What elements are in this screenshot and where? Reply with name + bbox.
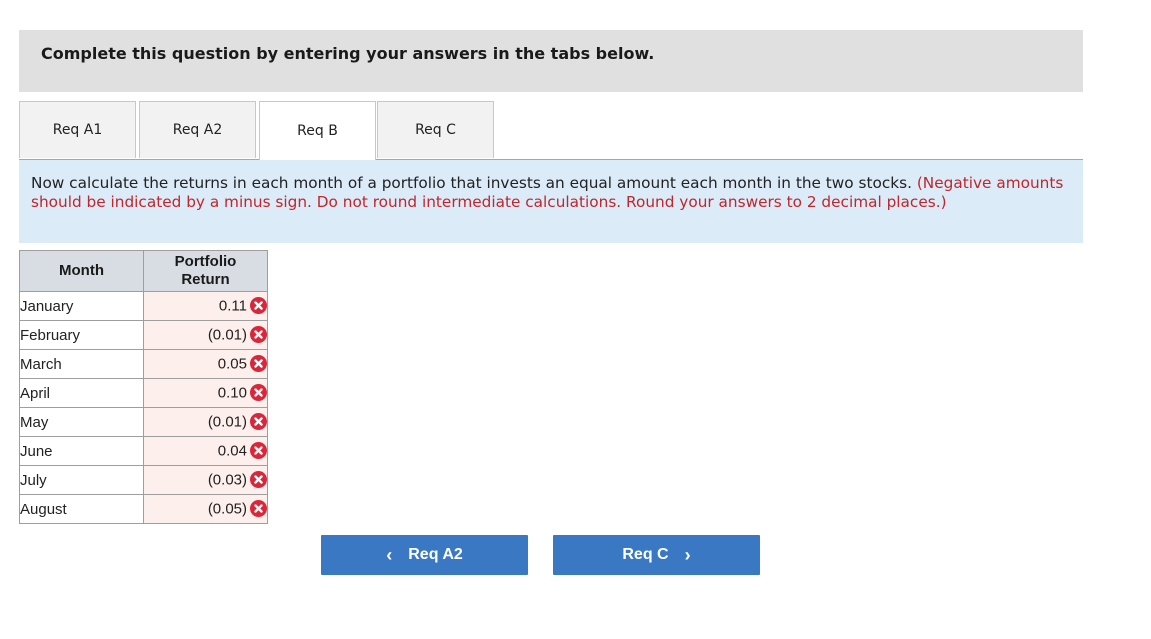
incorrect-x-icon: [250, 470, 267, 488]
month-cell: August: [19, 494, 144, 524]
portfolio-return-input[interactable]: 0.11: [143, 291, 268, 321]
tab-req-a1[interactable]: Req A1: [19, 101, 136, 158]
return-value: (0.01): [207, 413, 247, 431]
portfolio-return-input[interactable]: (0.05): [143, 494, 268, 524]
return-value: 0.05: [217, 355, 247, 373]
prev-req-a2-button[interactable]: ‹ Req A2: [321, 535, 528, 575]
portfolio-return-header: Portfolio Return: [143, 250, 268, 292]
table-row: June 0.04: [19, 436, 268, 466]
incorrect-x-icon: [250, 499, 267, 517]
table-row: February (0.01): [19, 320, 268, 350]
month-cell: February: [19, 320, 144, 350]
instructions-header: Complete this question by entering your …: [19, 30, 1083, 92]
return-value: 0.04: [217, 442, 247, 460]
month-cell: May: [19, 407, 144, 437]
portfolio-return-input[interactable]: (0.03): [143, 465, 268, 495]
incorrect-x-icon: [250, 296, 267, 314]
table-row: May (0.01): [19, 407, 268, 437]
incorrect-x-icon: [250, 383, 267, 401]
portfolio-return-input[interactable]: 0.10: [143, 378, 268, 408]
tab-bar: Req A1 Req A2 Req B Req C: [19, 101, 1083, 160]
chevron-right-icon: ›: [684, 544, 691, 565]
month-header: Month: [19, 250, 144, 292]
next-req-c-button[interactable]: Req C ›: [553, 535, 760, 575]
next-button-label: Req C: [622, 546, 669, 563]
month-cell: June: [19, 436, 144, 466]
chevron-left-icon: ‹: [386, 544, 393, 565]
table-row: August (0.05): [19, 494, 268, 524]
table-row: January 0.11: [19, 291, 268, 321]
incorrect-x-icon: [250, 354, 267, 372]
incorrect-x-icon: [250, 441, 267, 459]
portfolio-return-header-line1: Portfolio: [174, 253, 237, 270]
table-row: April 0.10: [19, 378, 268, 408]
instruction-text: Now calculate the returns in each month …: [31, 174, 912, 192]
header-title: Complete this question by entering your …: [41, 44, 655, 63]
portfolio-return-input[interactable]: (0.01): [143, 320, 268, 350]
return-value: (0.05): [207, 500, 247, 518]
month-cell: January: [19, 291, 144, 321]
portfolio-return-input[interactable]: (0.01): [143, 407, 268, 437]
tab-req-a2[interactable]: Req A2: [139, 101, 256, 158]
return-value: 0.11: [218, 297, 247, 315]
incorrect-x-icon: [250, 412, 267, 430]
month-cell: April: [19, 378, 144, 408]
portfolio-return-header-line2: Return: [181, 271, 230, 288]
portfolio-return-input[interactable]: 0.05: [143, 349, 268, 379]
table-row: March 0.05: [19, 349, 268, 379]
incorrect-x-icon: [250, 325, 267, 343]
portfolio-return-table: Month Portfolio Return January 0.11 Februa…: [19, 250, 268, 524]
month-cell: July: [19, 465, 144, 495]
tab-req-b[interactable]: Req B: [259, 101, 376, 160]
tab-req-c[interactable]: Req C: [377, 101, 494, 158]
portfolio-return-input[interactable]: 0.04: [143, 436, 268, 466]
return-value: 0.10: [217, 384, 247, 402]
question-instructions: Now calculate the returns in each month …: [19, 160, 1083, 243]
return-value: (0.03): [207, 471, 247, 489]
table-row: July (0.03): [19, 465, 268, 495]
prev-button-label: Req A2: [408, 546, 463, 563]
month-cell: March: [19, 349, 144, 379]
return-value: (0.01): [207, 326, 247, 344]
